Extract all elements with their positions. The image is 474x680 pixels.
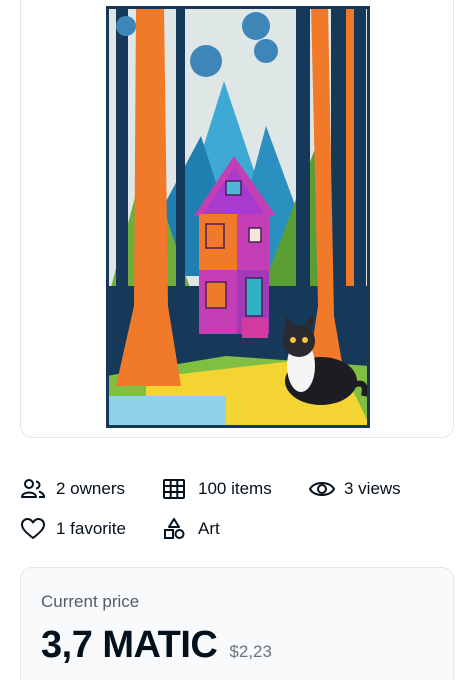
owners-stat[interactable]: 2 owners bbox=[20, 476, 162, 502]
price-row: 3,7 MATIC $2,23 bbox=[41, 624, 272, 667]
items-stat: 100 items bbox=[162, 476, 308, 502]
people-icon bbox=[20, 476, 48, 502]
stats-row-1: 2 owners 100 items 3 views bbox=[20, 476, 454, 502]
current-price-label: Current price bbox=[41, 592, 140, 611]
category-stat[interactable]: Art bbox=[162, 516, 220, 542]
stats-row-2: 1 favorite Art bbox=[20, 516, 454, 542]
views-stat: 3 views bbox=[308, 476, 401, 502]
heart-icon bbox=[20, 516, 48, 542]
nft-media-card bbox=[20, 0, 454, 438]
favorites-label: 1 favorite bbox=[56, 519, 126, 538]
favorites-stat[interactable]: 1 favorite bbox=[20, 516, 162, 542]
category-label: Art bbox=[198, 519, 220, 538]
shapes-icon bbox=[162, 516, 190, 542]
owners-label: 2 owners bbox=[56, 479, 125, 498]
eye-icon bbox=[308, 476, 336, 502]
nft-artwork-image[interactable] bbox=[106, 6, 370, 428]
price-amount: 3,7 MATIC bbox=[41, 624, 218, 666]
price-usd: $2,23 bbox=[229, 642, 272, 661]
nft-stats: 2 owners 100 items 3 views 1 favorite Ar… bbox=[20, 476, 454, 556]
price-card: Current price 3,7 MATIC $2,23 bbox=[20, 567, 454, 680]
items-label: 100 items bbox=[198, 479, 272, 498]
grid-icon bbox=[162, 476, 190, 502]
views-label: 3 views bbox=[344, 479, 401, 498]
